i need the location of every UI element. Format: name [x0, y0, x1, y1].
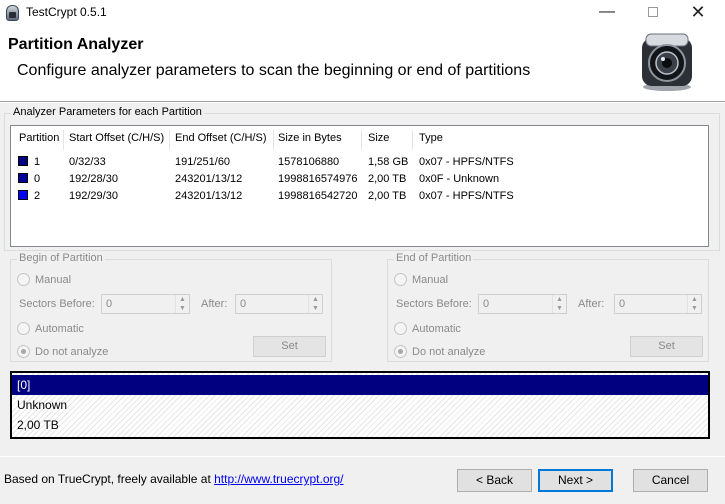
minimize-button[interactable]: — — [584, 0, 630, 26]
begin-manual-label: Manual — [35, 274, 72, 286]
column-header-size-bytes[interactable]: Size in Bytes — [278, 132, 342, 150]
cell-start-offset: 192/28/30 — [69, 173, 118, 185]
begin-of-partition-label: Begin of Partition — [17, 252, 105, 264]
begin-do-not-analyze-label: Do not analyze — [35, 346, 109, 358]
spinner-arrows-icon[interactable]: ▲ ▼ — [308, 295, 322, 313]
title-bar: TestCrypt 0.5.1 — ✕ — [0, 0, 725, 26]
spinner-arrows-icon[interactable]: ▲ ▼ — [687, 295, 701, 313]
cell-type: 0x0F - Unknown — [419, 173, 500, 185]
table-row-partition[interactable]: 1 — [18, 154, 40, 171]
page-subtitle: Configure analyzer parameters to scan th… — [17, 62, 531, 79]
partition-color-swatch — [18, 173, 28, 183]
end-automatic-radio[interactable] — [394, 322, 407, 335]
end-sectors-before-value: 0 — [483, 298, 490, 310]
column-header-end-offset[interactable]: End Offset (C/H/S) — [175, 132, 267, 150]
end-sectors-before-spinner[interactable]: 0 ▲ ▼ — [478, 294, 567, 314]
footer-separator — [0, 456, 725, 457]
cell-start-offset: 0/32/33 — [69, 156, 106, 168]
footer-credit-text: Based on TrueCrypt, freely available at — [4, 472, 215, 486]
cell-start-offset: 192/29/30 — [69, 190, 118, 202]
partition-color-swatch — [18, 156, 28, 166]
cell-size: 2,00 TB — [368, 173, 407, 185]
close-button[interactable]: ✕ — [675, 0, 721, 26]
begin-sectors-before-label: Sectors Before: — [19, 298, 95, 310]
end-do-not-analyze-radio[interactable] — [394, 345, 407, 358]
end-manual-radio[interactable] — [394, 273, 407, 286]
cell-end-offset: 191/251/60 — [175, 156, 231, 168]
cell-end-offset: 243201/13/12 — [175, 190, 243, 202]
selected-partition-id: [0] — [12, 375, 708, 395]
column-divider — [63, 130, 64, 150]
cell-size: 2,00 TB — [368, 190, 407, 202]
end-do-not-analyze-label: Do not analyze — [412, 346, 486, 358]
maximize-button[interactable] — [630, 0, 676, 26]
begin-after-value: 0 — [240, 298, 247, 310]
begin-of-partition-group: Begin of Partition Manual Sectors Before… — [10, 252, 332, 362]
table-row-partition[interactable]: 2 — [18, 188, 40, 205]
cell-end-offset: 243201/13/12 — [175, 173, 243, 185]
maximize-icon — [648, 7, 658, 17]
window-title: TestCrypt 0.5.1 — [26, 5, 107, 19]
partition-number: 2 — [34, 190, 41, 202]
column-header-partition[interactable]: Partition — [19, 132, 59, 150]
column-divider — [412, 130, 413, 150]
analyzer-params-label: Analyzer Parameters for each Partition — [11, 106, 204, 118]
begin-after-label: After: — [201, 298, 228, 310]
column-divider — [273, 130, 274, 150]
cell-size: 1,58 GB — [368, 156, 409, 168]
column-header-type[interactable]: Type — [419, 132, 443, 150]
begin-set-button[interactable]: Set — [253, 336, 326, 357]
column-divider — [361, 130, 362, 150]
table-row-partition[interactable]: 0 — [18, 171, 40, 188]
cell-size-bytes: 1998816542720 — [278, 190, 358, 202]
back-button[interactable]: < Back — [457, 469, 532, 492]
end-after-value: 0 — [619, 298, 626, 310]
selected-partition-size: 2,00 TB — [17, 418, 59, 432]
cell-size-bytes: 1998816574976 — [278, 173, 358, 185]
page-title: Partition Analyzer — [8, 36, 144, 53]
partition-color-swatch — [18, 190, 28, 200]
begin-automatic-label: Automatic — [35, 323, 84, 335]
partition-list[interactable]: Partition Start Offset (C/H/S) End Offse… — [10, 125, 709, 247]
selected-partition-panel[interactable]: [0] Unknown 2,00 TB — [10, 371, 710, 439]
begin-sectors-before-value: 0 — [106, 298, 113, 310]
truecrypt-link[interactable]: http://www.truecrypt.org/ — [214, 472, 343, 486]
end-sectors-before-label: Sectors Before: — [396, 298, 472, 310]
end-set-button[interactable]: Set — [630, 336, 703, 357]
column-divider — [169, 130, 170, 150]
end-of-partition-label: End of Partition — [394, 252, 474, 264]
cell-type: 0x07 - HPFS/NTFS — [419, 190, 514, 202]
end-automatic-label: Automatic — [412, 323, 461, 335]
lock-icon — [6, 5, 19, 21]
begin-automatic-radio[interactable] — [17, 322, 30, 335]
end-manual-label: Manual — [412, 274, 449, 286]
begin-after-spinner[interactable]: 0 ▲ ▼ — [235, 294, 323, 314]
cell-type: 0x07 - HPFS/NTFS — [419, 156, 514, 168]
camera-lens-icon — [642, 33, 692, 91]
column-header-start-offset[interactable]: Start Offset (C/H/S) — [69, 132, 164, 150]
end-after-label: After: — [578, 298, 605, 310]
footer-credit: Based on TrueCrypt, freely available at … — [4, 472, 344, 486]
begin-sectors-before-spinner[interactable]: 0 ▲ ▼ — [101, 294, 190, 314]
spinner-arrows-icon[interactable]: ▲ ▼ — [175, 295, 189, 313]
wizard-header: Partition Analyzer Configure analyzer pa… — [0, 26, 725, 101]
selected-partition-type: Unknown — [17, 398, 68, 412]
wizard-content: Analyzer Parameters for each Partition P… — [0, 103, 725, 504]
partition-number: 0 — [34, 173, 41, 185]
column-header-size[interactable]: Size — [368, 132, 389, 150]
cancel-button[interactable]: Cancel — [633, 469, 708, 492]
end-of-partition-group: End of Partition Manual Sectors Before: … — [387, 252, 709, 362]
end-after-spinner[interactable]: 0 ▲ ▼ — [614, 294, 702, 314]
cell-size-bytes: 1578106880 — [278, 156, 340, 168]
begin-do-not-analyze-radio[interactable] — [17, 345, 30, 358]
partition-number: 1 — [34, 156, 41, 168]
begin-manual-radio[interactable] — [17, 273, 30, 286]
next-button[interactable]: Next > — [538, 469, 613, 492]
spinner-arrows-icon[interactable]: ▲ ▼ — [552, 295, 566, 313]
